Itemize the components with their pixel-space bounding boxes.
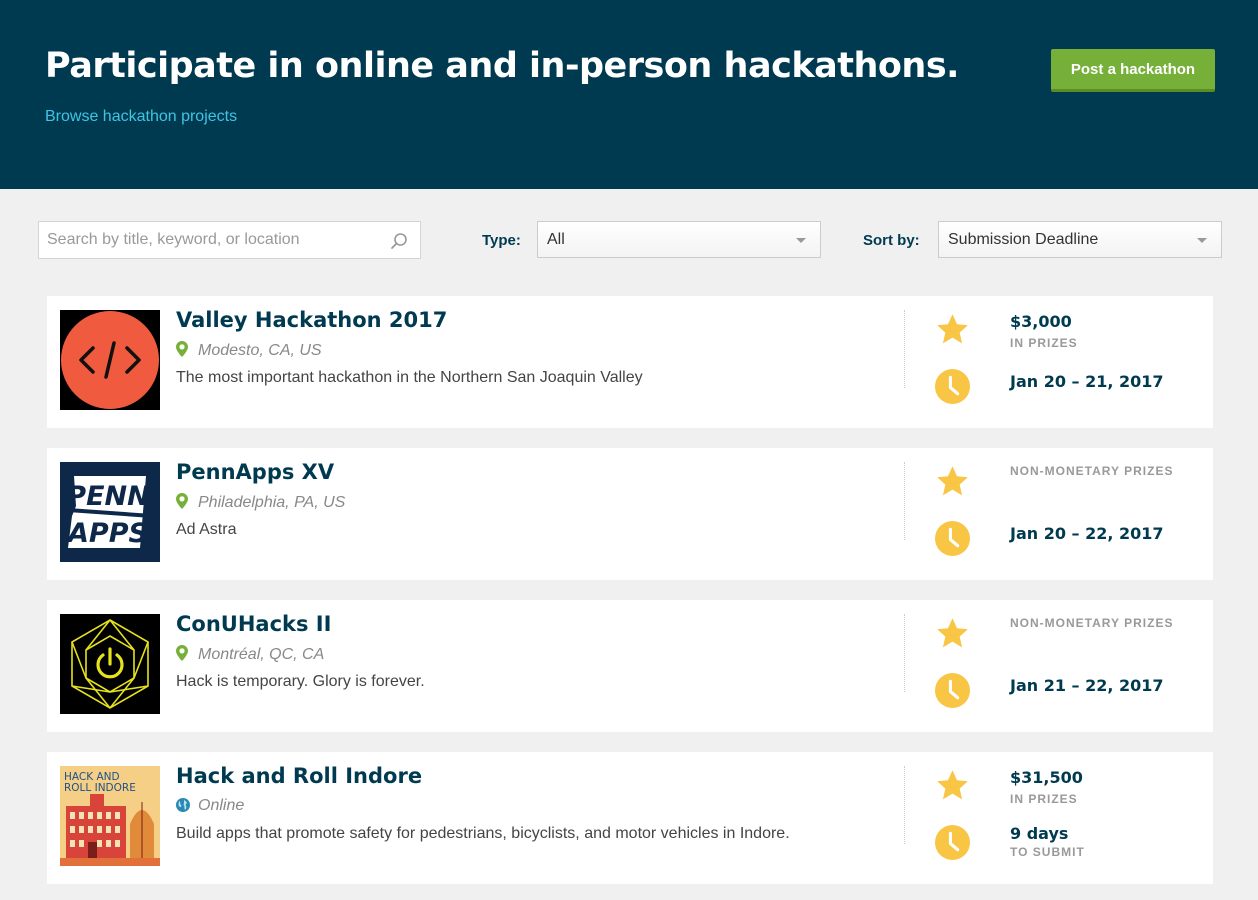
hackathon-thumbnail[interactable] <box>60 614 160 714</box>
post-hackathon-button[interactable]: Post a hackathon <box>1051 49 1215 92</box>
page-title: Participate in online and in-person hack… <box>45 46 959 86</box>
divider <box>904 614 905 692</box>
divider <box>904 766 905 844</box>
clock-icon <box>935 825 970 860</box>
hackathon-title[interactable]: PennApps XV <box>176 460 334 484</box>
hackathon-card[interactable]: HACK AND ROLL INDORE Hack and Roll Indor… <box>47 752 1213 884</box>
browse-projects-link[interactable]: Browse hackathon projects <box>45 108 237 126</box>
hero-banner: Participate in online and in-person hack… <box>0 0 1258 189</box>
logo-text: PENN <box>66 481 150 512</box>
prize-label: IN PRIZES <box>1010 792 1078 806</box>
hackathon-title[interactable]: ConUHacks II <box>176 612 331 636</box>
hackathon-dates: Jan 21 – 22, 2017 <box>1010 676 1164 695</box>
clock-icon <box>935 521 970 556</box>
hackathon-thumbnail[interactable]: PENN APPS <box>60 462 160 562</box>
hackathon-location: Philadelphia, PA, US <box>176 493 345 512</box>
days-remaining: 9 days <box>1010 824 1069 843</box>
sort-by-label: Sort by: <box>863 232 920 249</box>
indore-palace-logo-icon: HACK AND ROLL INDORE <box>60 766 160 866</box>
clock-icon <box>935 673 970 708</box>
logo-text: APPS <box>66 518 148 549</box>
logo-text: ROLL INDORE <box>64 782 136 794</box>
sort-select-value: Submission Deadline <box>948 231 1099 248</box>
star-icon <box>937 770 968 800</box>
search-icon[interactable] <box>390 232 408 250</box>
prize-amount: $3,000 <box>1010 312 1072 331</box>
divider <box>904 462 905 540</box>
days-remaining-label: TO SUBMIT <box>1010 845 1085 859</box>
hackathon-description: Ad Astra <box>176 521 237 538</box>
location-text: Philadelphia, PA, US <box>198 494 346 511</box>
prize-label: NON-MONETARY PRIZES <box>1010 616 1174 630</box>
hackathon-dates: Jan 20 – 21, 2017 <box>1010 372 1164 391</box>
search-box[interactable] <box>38 221 421 259</box>
location-text: Online <box>198 797 245 814</box>
sort-select[interactable]: Submission Deadline <box>938 221 1222 258</box>
pennapps-logo-icon: PENN APPS <box>60 462 160 562</box>
hackathon-title[interactable]: Valley Hackathon 2017 <box>176 308 447 332</box>
type-select-value: All <box>547 231 565 248</box>
map-pin-icon <box>176 493 188 509</box>
map-pin-icon <box>176 341 188 357</box>
prize-label: IN PRIZES <box>1010 336 1078 350</box>
star-icon <box>937 466 968 496</box>
location-text: Montréal, QC, CA <box>198 646 325 663</box>
clock-icon <box>935 369 970 404</box>
globe-icon <box>176 798 190 812</box>
hackathon-card[interactable]: Valley Hackathon 2017 Modesto, CA, US Th… <box>47 296 1213 428</box>
hackathon-description: Build apps that promote safety for pedes… <box>176 825 790 842</box>
hackathon-thumbnail[interactable]: HACK AND ROLL INDORE <box>60 766 160 866</box>
chevron-down-icon <box>1197 238 1207 243</box>
hackathon-description: Hack is temporary. Glory is forever. <box>176 673 425 690</box>
prize-label: NON-MONETARY PRIZES <box>1010 464 1174 478</box>
location-text: Modesto, CA, US <box>198 342 322 359</box>
hackathon-dates: Jan 20 – 22, 2017 <box>1010 524 1164 543</box>
hackathon-thumbnail[interactable] <box>60 310 160 410</box>
hackathon-location: Montréal, QC, CA <box>176 645 324 664</box>
search-input[interactable] <box>47 222 387 258</box>
star-icon <box>937 314 968 344</box>
hackathon-description: The most important hackathon in the Nort… <box>176 369 643 386</box>
code-logo-icon <box>60 310 160 410</box>
hackathon-card[interactable]: PENN APPS PennApps XV Philadelphia, PA, … <box>47 448 1213 580</box>
hackathon-location: Modesto, CA, US <box>176 341 322 360</box>
map-pin-icon <box>176 645 188 661</box>
divider <box>904 310 905 388</box>
prize-amount: $31,500 <box>1010 768 1083 787</box>
power-logo-icon <box>60 614 160 714</box>
star-icon <box>937 618 968 648</box>
type-select[interactable]: All <box>537 221 821 258</box>
type-filter-label: Type: <box>482 232 521 249</box>
hackathon-location: Online <box>176 797 244 815</box>
hackathon-card[interactable]: ConUHacks II Montréal, QC, CA Hack is te… <box>47 600 1213 732</box>
hackathon-title[interactable]: Hack and Roll Indore <box>176 764 422 788</box>
chevron-down-icon <box>796 238 806 243</box>
